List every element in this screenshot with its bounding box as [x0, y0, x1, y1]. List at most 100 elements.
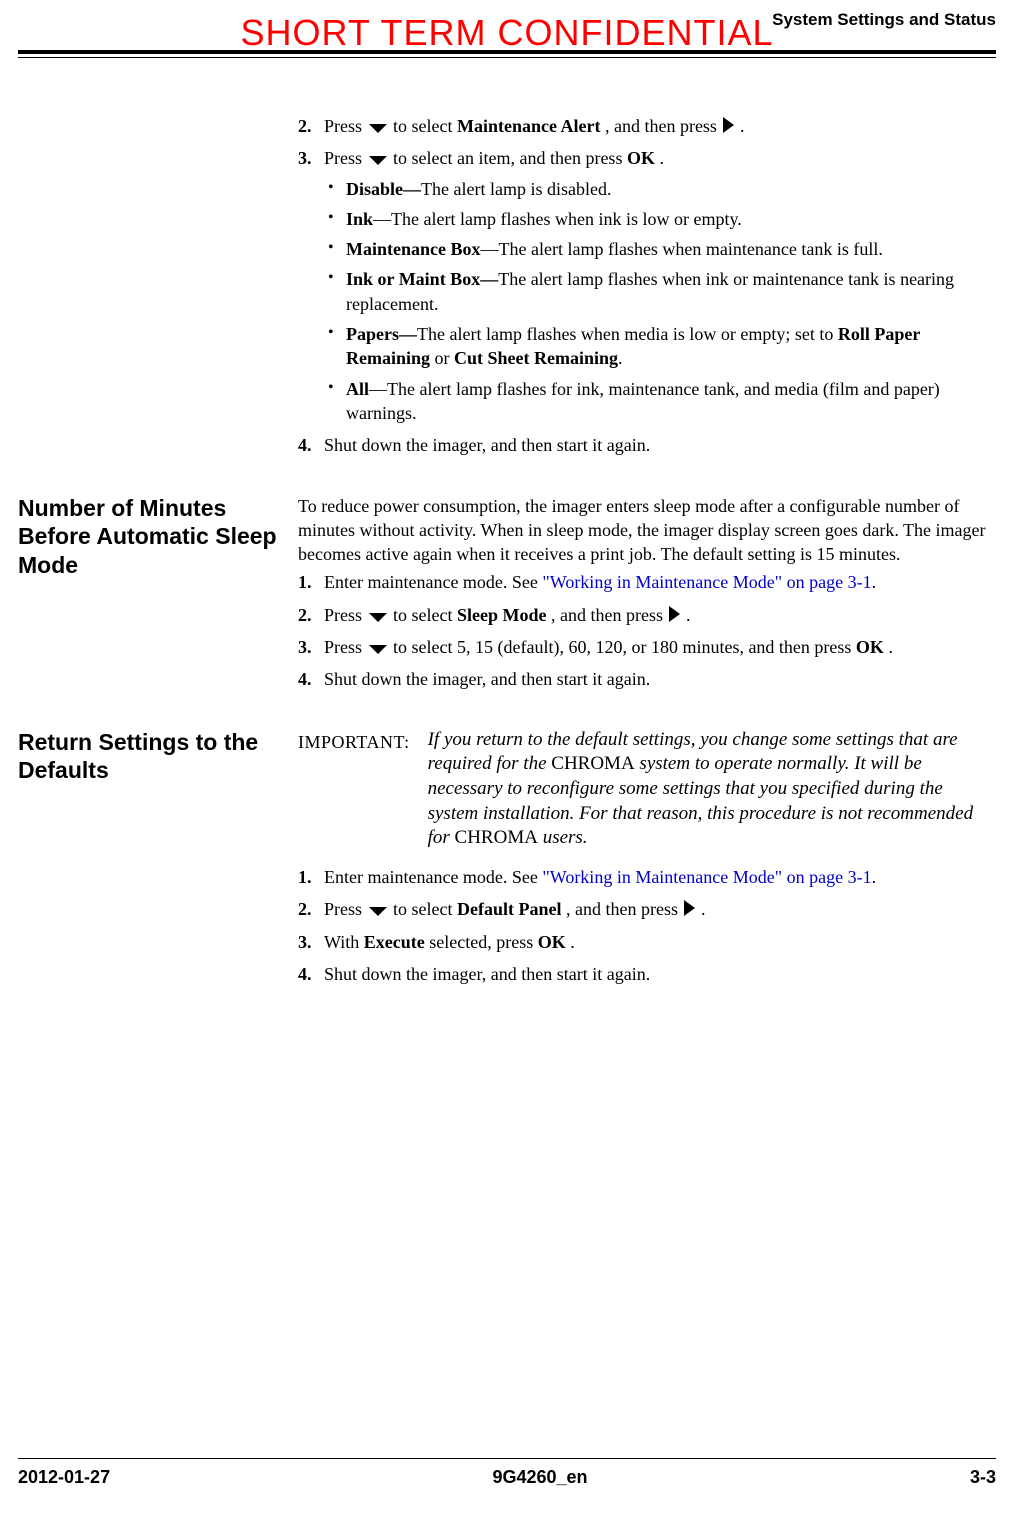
list-item: 2. Press to select Default Panel , and t…	[298, 897, 996, 921]
list-item: Maintenance Box—The alert lamp flashes w…	[324, 237, 996, 261]
bullet-text: —The alert lamp flashes for ink, mainten…	[346, 379, 940, 423]
step-text: Shut down the imager, and then start it …	[324, 435, 650, 455]
list-item: Disable—The alert lamp is disabled.	[324, 177, 996, 201]
bullet-text: The alert lamp is disabled.	[421, 179, 611, 199]
step-bold: OK	[856, 637, 884, 657]
bullet-bold: Ink	[346, 209, 373, 229]
note-smallcaps: CHROMA	[455, 827, 538, 848]
list-item: 1. Enter maintenance mode. See "Working …	[298, 570, 996, 594]
step-text: .	[740, 116, 745, 136]
step-number: 3.	[298, 635, 312, 659]
step-bold: OK	[538, 932, 566, 952]
list-item: 2. Press to select Sleep Mode , and then…	[298, 603, 996, 627]
step-text: to select	[393, 899, 457, 919]
note-text: users.	[538, 827, 588, 848]
cross-ref-link[interactable]: "Working in Maintenance Mode" on page 3-…	[542, 867, 871, 887]
step-number: 3.	[298, 146, 312, 170]
list-item: 4. Shut down the imager, and then start …	[298, 962, 996, 986]
step-text: Press	[324, 605, 367, 625]
step-text: to select an item, and then press	[393, 148, 627, 168]
step-bold: Sleep Mode	[457, 605, 547, 625]
step-text: Press	[324, 148, 367, 168]
section-heading: Number of Minutes Before Automatic Sleep…	[18, 494, 298, 580]
bullet-text: —The alert lamp flashes when ink is low …	[373, 209, 742, 229]
list-item: 3. Press to select 5, 15 (default), 60, …	[298, 635, 996, 659]
step-text: selected, press	[429, 932, 537, 952]
cross-ref-link[interactable]: "Working in Maintenance Mode" on page 3-…	[542, 572, 871, 592]
step-text: .	[686, 605, 691, 625]
bullet-bold: Papers—	[346, 324, 417, 344]
paragraph: To reduce power consumption, the imager …	[298, 494, 996, 567]
bullet-text: —The alert lamp flashes when maintenance…	[481, 239, 883, 259]
important-label: IMPORTANT:	[298, 728, 410, 754]
step-number: 4.	[298, 667, 312, 691]
step-number: 1.	[298, 865, 312, 889]
list-item: Ink—The alert lamp flashes when ink is l…	[324, 207, 996, 231]
confidential-stamp: SHORT TERM CONFIDENTIAL	[0, 12, 1014, 54]
step-number: 3.	[298, 930, 312, 954]
list-item: 4. Shut down the imager, and then start …	[298, 667, 996, 691]
list-item: 3. Press to select an item, and then pre…	[298, 146, 996, 425]
step-text: to select	[393, 116, 457, 136]
step-text: .	[888, 637, 893, 657]
list-item: Papers—The alert lamp flashes when media…	[324, 322, 996, 371]
step-text: Press	[324, 637, 367, 657]
down-arrow-icon	[367, 611, 389, 623]
list-item: 3. With Execute selected, press OK .	[298, 930, 996, 954]
list-item: Ink or Maint Box—The alert lamp flashes …	[324, 267, 996, 316]
bullet-text: .	[618, 348, 623, 368]
down-arrow-icon	[367, 905, 389, 917]
bullet-bold: Ink or Maint Box—	[346, 269, 498, 289]
list-item: All—The alert lamp flashes for ink, main…	[324, 377, 996, 426]
list-item: 2. Press to select Maintenance Alert , a…	[298, 114, 996, 138]
step-number: 2.	[298, 897, 312, 921]
down-arrow-icon	[367, 154, 389, 166]
step-text: Shut down the imager, and then start it …	[324, 669, 650, 689]
bullet-bold: Cut Sheet Remaining	[454, 348, 618, 368]
step-text: Press	[324, 116, 367, 136]
footer-date: 2012-01-27	[18, 1467, 110, 1488]
step-text: .	[570, 932, 575, 952]
step-text: , and then press	[605, 116, 721, 136]
right-arrow-icon	[721, 116, 735, 134]
list-item: 4. Shut down the imager, and then start …	[298, 433, 996, 457]
step-text: With	[324, 932, 364, 952]
right-arrow-icon	[667, 605, 681, 623]
step-text: to select 5, 15 (default), 60, 120, or 1…	[393, 637, 856, 657]
step-number: 4.	[298, 433, 312, 457]
bullet-text: The alert lamp flashes when media is low…	[417, 324, 838, 344]
section-heading: Return Settings to the Defaults	[18, 728, 298, 786]
step-text: .	[872, 572, 877, 592]
step-text: to select	[393, 605, 457, 625]
step-number: 4.	[298, 962, 312, 986]
step-number: 2.	[298, 114, 312, 138]
step-text: .	[872, 867, 877, 887]
step-text: .	[701, 899, 706, 919]
down-arrow-icon	[367, 643, 389, 655]
important-body: If you return to the default settings, y…	[428, 728, 996, 851]
bullet-text: or	[430, 348, 454, 368]
step-text: .	[659, 148, 664, 168]
step-text: Enter maintenance mode. See	[324, 572, 542, 592]
step-text: Press	[324, 899, 367, 919]
step-bold: Maintenance Alert	[457, 116, 600, 136]
step-bold: OK	[627, 148, 655, 168]
footer-docid: 9G4260_en	[492, 1467, 587, 1488]
step-text: Enter maintenance mode. See	[324, 867, 542, 887]
step-text: Shut down the imager, and then start it …	[324, 964, 650, 984]
list-item: 1. Enter maintenance mode. See "Working …	[298, 865, 996, 889]
step-text: , and then press	[551, 605, 667, 625]
footer-page: 3-3	[970, 1467, 996, 1488]
step-text: , and then press	[566, 899, 682, 919]
note-smallcaps: CHROMA	[551, 753, 634, 774]
down-arrow-icon	[367, 122, 389, 134]
step-number: 1.	[298, 570, 312, 594]
bullet-bold: Disable—	[346, 179, 421, 199]
right-arrow-icon	[682, 899, 696, 917]
step-bold: Default Panel	[457, 899, 561, 919]
step-number: 2.	[298, 603, 312, 627]
bullet-bold: Maintenance Box	[346, 239, 481, 259]
bullet-bold: All	[346, 379, 369, 399]
important-note: IMPORTANT: If you return to the default …	[298, 728, 996, 851]
step-bold: Execute	[364, 932, 425, 952]
